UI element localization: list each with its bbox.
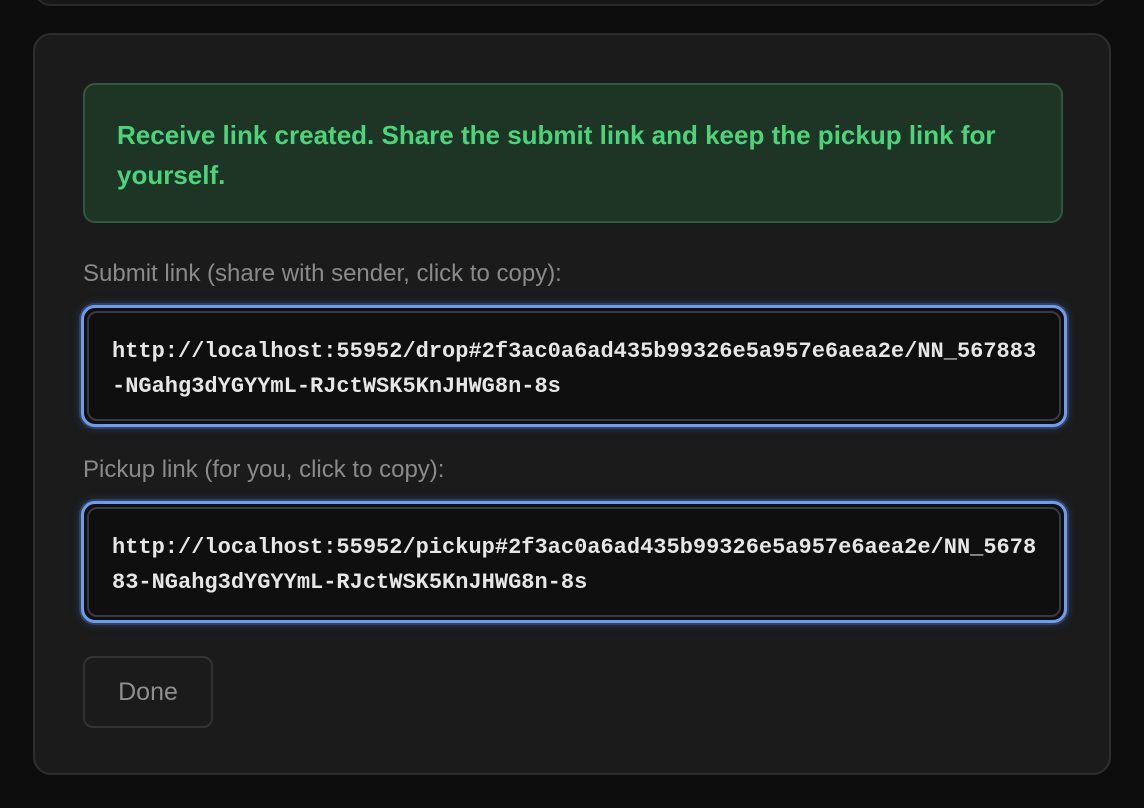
success-message: Receive link created. Share the submit l… (117, 120, 996, 190)
pickup-link-label: Pickup link (for you, click to copy): (83, 456, 445, 483)
submit-link-field[interactable]: http://localhost:55952/drop#2f3ac0a6ad43… (81, 305, 1067, 427)
previous-card (33, 0, 1109, 6)
pickup-link-field[interactable]: http://localhost:55952/pickup#2f3ac0a6ad… (81, 501, 1067, 623)
receive-link-card: Receive link created. Share the submit l… (33, 33, 1111, 775)
submit-link-label: Submit link (share with sender, click to… (83, 260, 562, 287)
submit-link-url[interactable]: http://localhost:55952/drop#2f3ac0a6ad43… (110, 334, 1038, 404)
pickup-link-url[interactable]: http://localhost:55952/pickup#2f3ac0a6ad… (110, 530, 1038, 600)
success-banner: Receive link created. Share the submit l… (83, 83, 1063, 223)
done-button[interactable]: Done (83, 656, 213, 728)
